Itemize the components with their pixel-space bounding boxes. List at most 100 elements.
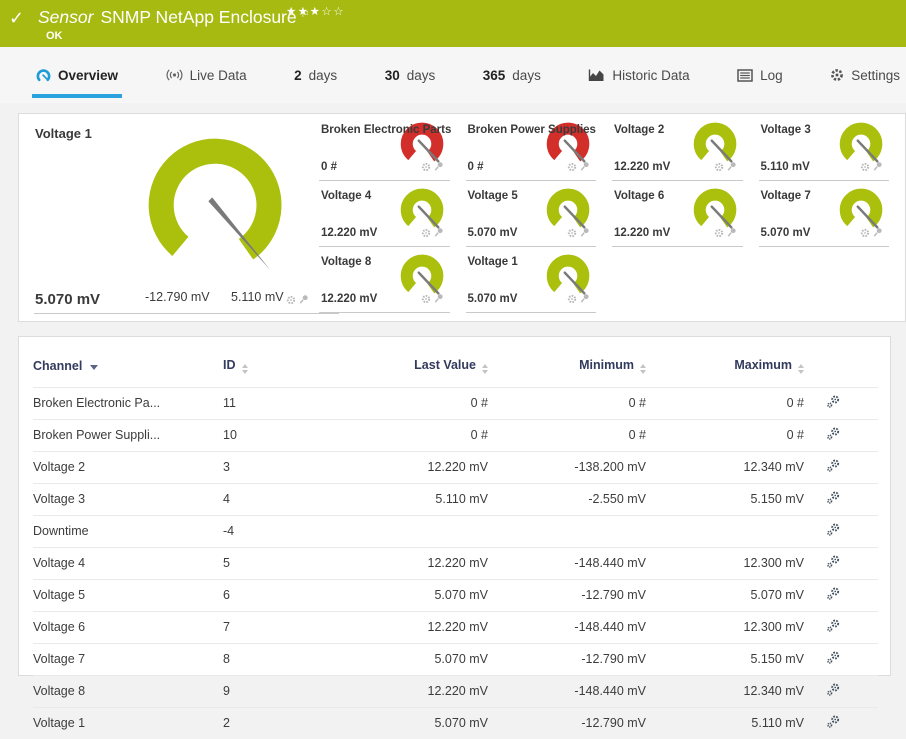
channel-row-voltage-3[interactable]: Voltage 345.110 mV-2.550 mV5.150 mV xyxy=(33,484,878,516)
edit-channel-gears-icon[interactable] xyxy=(826,590,841,604)
gauge-pin-icon[interactable] xyxy=(727,225,737,243)
tab-30-days[interactable]: 30days xyxy=(383,47,438,103)
tab-2-days[interactable]: 2days xyxy=(292,47,339,103)
status-ok-check-icon: ✓ xyxy=(9,8,24,29)
channel-row-voltage-2[interactable]: Voltage 2312.220 mV-138.200 mV12.340 mV xyxy=(33,452,878,484)
sort-toggle-icon xyxy=(242,364,248,374)
tab-settings[interactable]: Settings xyxy=(828,47,902,103)
cell-last-value: 0 # xyxy=(338,420,488,452)
edit-channel-gears-icon[interactable] xyxy=(826,558,841,572)
cell-id: 11 xyxy=(223,388,338,420)
gauge-pin-icon[interactable] xyxy=(299,292,309,310)
gauge-cell-voltage-5[interactable]: Voltage 5 5.070 mV xyxy=(466,181,597,247)
edit-channel-gears-icon[interactable] xyxy=(826,622,841,636)
column-header-last-value[interactable]: Last Value xyxy=(338,347,488,388)
gauge-settings-gear-icon[interactable] xyxy=(714,225,724,243)
channel-row-broken-power-suppli[interactable]: Broken Power Suppli...100 #0 #0 # xyxy=(33,420,878,452)
tab-365-days[interactable]: 365days xyxy=(481,47,543,103)
sensor-status-banner: ✓ SensorSNMP NetApp Enclosure⚐ ★★★☆☆ OK xyxy=(0,0,906,47)
edit-channel-gears-icon[interactable] xyxy=(826,462,841,476)
gauge-settings-gear-icon[interactable] xyxy=(567,225,577,243)
column-header-label: Maximum xyxy=(734,358,792,372)
gauge-pin-icon[interactable] xyxy=(434,225,444,243)
gauge-settings-gear-icon[interactable] xyxy=(860,159,870,177)
column-header-channel[interactable]: Channel xyxy=(33,347,223,388)
gauge-cell-voltage-4[interactable]: Voltage 4 12.220 mV xyxy=(319,181,450,247)
channel-row-voltage-5[interactable]: Voltage 565.070 mV-12.790 mV5.070 mV xyxy=(33,580,878,612)
channel-gauge-icons xyxy=(567,291,590,309)
channel-gauge-title: Voltage 1 xyxy=(468,256,518,268)
gauge-cell-broken-power-supplies[interactable]: Broken Power Supplies 0 # xyxy=(466,115,597,181)
channel-row-voltage-8[interactable]: Voltage 8912.220 mV-148.440 mV12.340 mV xyxy=(33,676,878,708)
edit-channel-gears-icon[interactable] xyxy=(826,430,841,444)
edit-channel-gears-icon[interactable] xyxy=(826,654,841,668)
gauge-pin-icon[interactable] xyxy=(580,291,590,309)
gauge-settings-gear-icon[interactable] xyxy=(714,159,724,177)
tab-live-data[interactable]: Live Data xyxy=(164,47,249,103)
primary-gauge-cell[interactable]: Voltage 1 5.070 mV -12.790 mV 5.110 mV xyxy=(19,114,319,321)
channel-gauge-value: 5.070 mV xyxy=(468,227,518,239)
cell-last-value: 5.070 mV xyxy=(338,708,488,739)
cell-minimum xyxy=(488,516,646,548)
gauge-cell-voltage-7[interactable]: Voltage 7 5.070 mV xyxy=(759,181,890,247)
gauge-settings-gear-icon[interactable] xyxy=(421,159,431,177)
cell-actions xyxy=(804,580,878,612)
tab-overview[interactable]: Overview xyxy=(34,47,120,103)
cell-minimum: -148.440 mV xyxy=(488,612,646,644)
tab-historic-data[interactable]: Historic Data xyxy=(586,47,691,103)
cell-id: 6 xyxy=(223,580,338,612)
channel-row-voltage-1[interactable]: Voltage 125.070 mV-12.790 mV5.110 mV xyxy=(33,708,878,739)
tab-label: Historic Data xyxy=(612,68,689,83)
channel-gauge-icons xyxy=(421,159,444,177)
column-header-maximum[interactable]: Maximum xyxy=(646,347,804,388)
tab-log[interactable]: Log xyxy=(735,47,785,103)
channel-gauge-value: 12.220 mV xyxy=(614,161,670,173)
gauge-pin-icon[interactable] xyxy=(580,159,590,177)
gauge-pin-icon[interactable] xyxy=(873,225,883,243)
edit-channel-gears-icon[interactable] xyxy=(826,686,841,700)
edit-channel-gears-icon[interactable] xyxy=(826,494,841,508)
column-header-id[interactable]: ID xyxy=(223,347,338,388)
tab-number: 365 xyxy=(483,68,506,83)
cell-maximum: 12.340 mV xyxy=(646,676,804,708)
cell-minimum: -148.440 mV xyxy=(488,548,646,580)
tab-label: Log xyxy=(760,68,783,83)
edit-channel-gears-icon[interactable] xyxy=(826,718,841,732)
channel-row-voltage-4[interactable]: Voltage 4512.220 mV-148.440 mV12.300 mV xyxy=(33,548,878,580)
edit-channel-gears-icon[interactable] xyxy=(826,398,841,412)
gauge-settings-gear-icon[interactable] xyxy=(421,225,431,243)
channel-row-broken-electronic-pa[interactable]: Broken Electronic Pa...110 #0 #0 # xyxy=(33,388,878,420)
gauge-settings-gear-icon[interactable] xyxy=(567,291,577,309)
gauge-cell-voltage-2[interactable]: Voltage 2 12.220 mV xyxy=(612,115,743,181)
gauge-cell-voltage-1[interactable]: Voltage 1 5.070 mV xyxy=(466,247,597,313)
cell-id: 7 xyxy=(223,612,338,644)
gauges-panel: Voltage 1 5.070 mV -12.790 mV 5.110 mV B… xyxy=(18,113,906,322)
channel-gauge-title: Broken Power Supplies xyxy=(468,124,596,136)
channel-row-voltage-7[interactable]: Voltage 785.070 mV-12.790 mV5.150 mV xyxy=(33,644,878,676)
gauge-pin-icon[interactable] xyxy=(580,225,590,243)
cell-maximum: 5.110 mV xyxy=(646,708,804,739)
gauge-cell-voltage-6[interactable]: Voltage 6 12.220 mV xyxy=(612,181,743,247)
gauge-settings-gear-icon[interactable] xyxy=(286,292,296,310)
cell-id: -4 xyxy=(223,516,338,548)
gauge-cell-voltage-8[interactable]: Voltage 8 12.220 mV xyxy=(319,247,450,313)
gauge-settings-gear-icon[interactable] xyxy=(421,291,431,309)
gauge-pin-icon[interactable] xyxy=(434,291,444,309)
gauge-settings-gear-icon[interactable] xyxy=(567,159,577,177)
gauge-pin-icon[interactable] xyxy=(873,159,883,177)
priority-stars[interactable]: ★★★☆☆ xyxy=(286,4,345,18)
gauge-cell-voltage-3[interactable]: Voltage 3 5.110 mV xyxy=(759,115,890,181)
gauge-cell-broken-electronic-parts[interactable]: Broken Electronic Parts 0 # xyxy=(319,115,450,181)
settings-icon xyxy=(830,68,844,82)
channel-row-voltage-6[interactable]: Voltage 6712.220 mV-148.440 mV12.300 mV xyxy=(33,612,878,644)
gauge-pin-icon[interactable] xyxy=(727,159,737,177)
cell-last-value: 0 # xyxy=(338,388,488,420)
gauge-pin-icon[interactable] xyxy=(434,159,444,177)
channel-row-downtime[interactable]: Downtime-4 xyxy=(33,516,878,548)
cell-actions xyxy=(804,548,878,580)
cell-channel: Voltage 3 xyxy=(33,484,223,516)
edit-channel-gears-icon[interactable] xyxy=(826,526,841,540)
column-header-minimum[interactable]: Minimum xyxy=(488,347,646,388)
gauge-settings-gear-icon[interactable] xyxy=(860,225,870,243)
channel-gauge-icons xyxy=(860,225,883,243)
